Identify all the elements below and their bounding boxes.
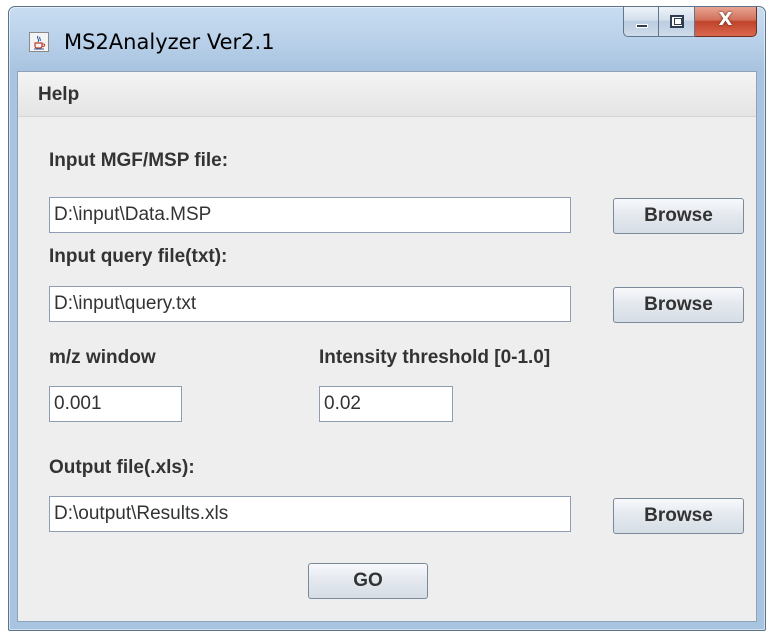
- mz-window-field[interactable]: 0.001: [49, 386, 182, 422]
- title-bar[interactable]: MS2Analyzer Ver2.1 X: [9, 7, 765, 71]
- go-button[interactable]: GO: [308, 563, 428, 599]
- close-icon: X: [718, 9, 733, 30]
- intensity-threshold-label: Intensity threshold [0-1.0]: [319, 347, 551, 368]
- browse-output-button[interactable]: Browse: [613, 498, 744, 534]
- query-file-label: Input query file(txt):: [49, 246, 228, 267]
- input-file-field[interactable]: D:\input\Data.MSP: [49, 197, 571, 233]
- query-file-field[interactable]: D:\input\query.txt: [49, 286, 571, 322]
- mz-window-label: m/z window: [49, 347, 156, 368]
- app-window: MS2Analyzer Ver2.1 X Help Input MGF/MSP …: [8, 6, 766, 631]
- output-file-field[interactable]: D:\output\Results.xls: [49, 496, 571, 532]
- window-title: MS2Analyzer Ver2.1: [64, 30, 275, 54]
- output-file-label: Output file(.xls):: [49, 457, 195, 478]
- content-panel: Help Input MGF/MSP file: D:\input\Data.M…: [17, 71, 757, 622]
- maximize-icon: [670, 15, 684, 28]
- menu-bar: Help: [18, 72, 756, 117]
- intensity-threshold-field[interactable]: 0.02: [319, 386, 453, 422]
- minimize-button[interactable]: [623, 7, 659, 37]
- browse-query-button[interactable]: Browse: [613, 287, 744, 323]
- input-file-label: Input MGF/MSP file:: [49, 150, 229, 171]
- caption-buttons: X: [623, 7, 757, 39]
- minimize-icon: [636, 24, 648, 28]
- close-button[interactable]: X: [695, 7, 757, 37]
- browse-input-button[interactable]: Browse: [613, 198, 744, 234]
- menu-help[interactable]: Help: [38, 84, 79, 106]
- maximize-button[interactable]: [659, 7, 695, 37]
- java-cup-icon[interactable]: [29, 32, 49, 52]
